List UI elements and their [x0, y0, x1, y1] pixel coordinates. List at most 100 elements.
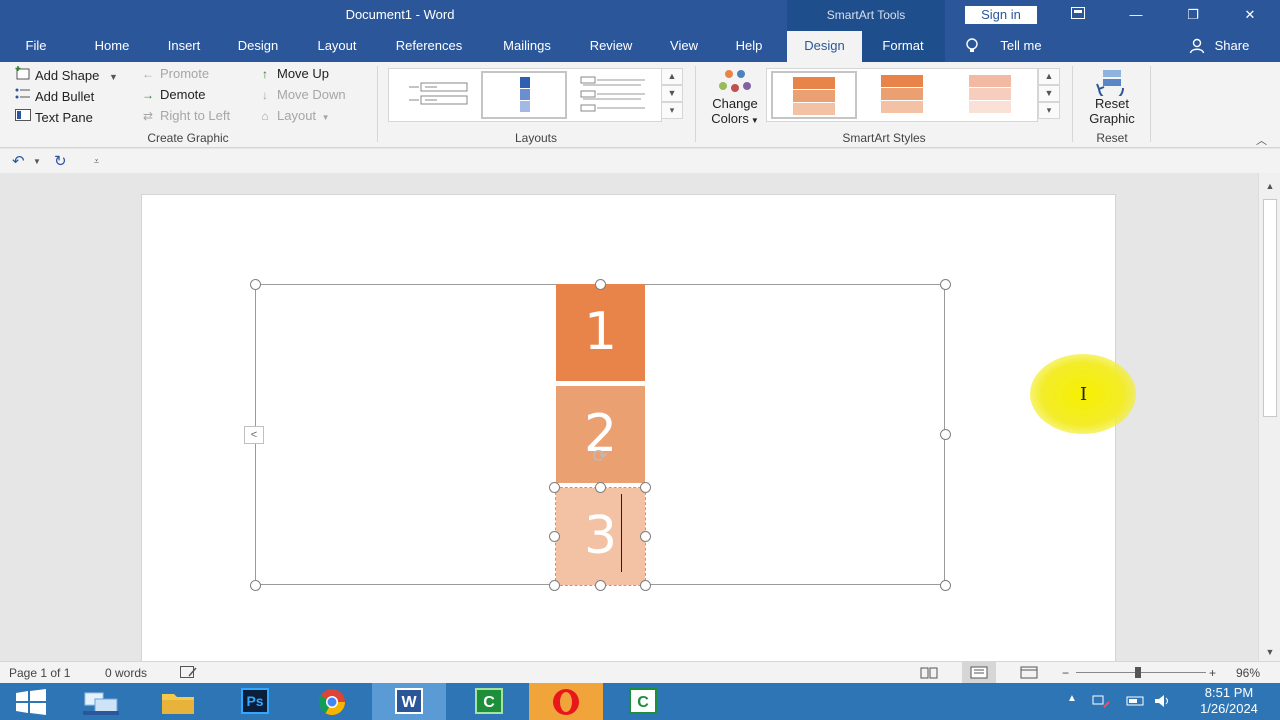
- repeat-icon[interactable]: ↻: [54, 152, 67, 170]
- add-shape-button[interactable]: Add Shape ▼: [15, 66, 118, 83]
- share-button[interactable]: Share: [1210, 31, 1254, 62]
- smartart-shape-1[interactable]: 1: [556, 284, 645, 381]
- tab-references[interactable]: References: [384, 31, 474, 62]
- tell-me-search[interactable]: Tell me: [990, 31, 1052, 62]
- tab-view[interactable]: View: [656, 31, 712, 62]
- resize-handle[interactable]: [940, 429, 951, 440]
- layout-option-vertical-boxes[interactable]: [481, 71, 567, 119]
- folder-icon[interactable]: [141, 683, 215, 720]
- print-layout-icon[interactable]: [962, 662, 996, 683]
- tab-review[interactable]: Review: [578, 31, 644, 62]
- shape-resize-handle[interactable]: [549, 580, 560, 591]
- smartart-styles-group-label: SmartArt Styles: [842, 131, 926, 145]
- read-mode-icon[interactable]: [920, 666, 938, 682]
- resize-handle[interactable]: [250, 279, 261, 290]
- sign-in-button[interactable]: Sign in: [965, 6, 1037, 24]
- gallery-more-icon[interactable]: ▾: [1038, 102, 1060, 119]
- style-option-simple-fill[interactable]: [771, 71, 857, 119]
- add-bullet-button[interactable]: Add Bullet: [15, 87, 94, 104]
- shape-resize-handle[interactable]: [549, 482, 560, 493]
- tab-file[interactable]: File: [12, 31, 60, 62]
- camtasia-icon[interactable]: C: [452, 683, 526, 720]
- chevron-down-icon[interactable]: ▼: [661, 85, 683, 102]
- shape-resize-handle[interactable]: [549, 531, 560, 542]
- volume-icon[interactable]: [1154, 693, 1172, 712]
- resize-handle[interactable]: [940, 580, 951, 591]
- windows-start-icon[interactable]: [0, 683, 62, 720]
- zoom-in-button[interactable]: +: [1209, 666, 1216, 680]
- scroll-up-icon[interactable]: ▲: [1263, 181, 1277, 193]
- tab-layout[interactable]: Layout: [304, 31, 370, 62]
- layout-button[interactable]: ⌂ Layout ▼: [257, 108, 329, 123]
- shape-resize-handle[interactable]: [640, 531, 651, 542]
- web-layout-icon[interactable]: [1020, 666, 1038, 682]
- reset-graphic-button[interactable]: Reset Graphic: [1080, 66, 1144, 126]
- word-count[interactable]: 0 words: [105, 666, 147, 680]
- lightbulb-icon[interactable]: [960, 31, 984, 62]
- zoom-slider-track[interactable]: [1076, 672, 1206, 673]
- undo-dropdown-icon[interactable]: ▼: [33, 157, 41, 166]
- zoom-level[interactable]: 96%: [1236, 666, 1260, 680]
- shape-resize-handle[interactable]: [640, 580, 651, 591]
- chevron-up-icon[interactable]: ▲: [1038, 68, 1060, 85]
- tab-home[interactable]: Home: [82, 31, 142, 62]
- vertical-scrollbar[interactable]: ▲ ▼: [1258, 173, 1280, 661]
- resize-handle[interactable]: [250, 580, 261, 591]
- zoom-out-button[interactable]: −: [1062, 666, 1069, 680]
- move-up-button[interactable]: ↑ Move Up: [257, 66, 329, 81]
- tab-format[interactable]: Format: [868, 31, 938, 62]
- tab-design[interactable]: Design: [226, 31, 290, 62]
- chevron-down-icon[interactable]: ▼: [109, 72, 118, 82]
- tray-overflow-icon[interactable]: ▲: [1067, 693, 1077, 704]
- style-option-white-outline[interactable]: [859, 71, 945, 119]
- change-colors-button[interactable]: Change Colors ▼: [705, 66, 765, 126]
- move-up-label: Move Up: [277, 66, 330, 81]
- chevron-up-icon[interactable]: ▲: [661, 68, 683, 85]
- proofing-icon[interactable]: [180, 666, 198, 682]
- gallery-more-icon[interactable]: ▾: [661, 102, 683, 119]
- promote-button[interactable]: ← Promote: [140, 66, 209, 81]
- layout-option-vertical-bullet[interactable]: [393, 71, 479, 119]
- restore-button[interactable]: ❐: [1170, 0, 1216, 31]
- chevron-down-icon[interactable]: ▼: [1038, 85, 1060, 102]
- zoom-slider-thumb[interactable]: [1135, 667, 1141, 678]
- person-icon[interactable]: [1185, 31, 1209, 62]
- collapse-ribbon-icon[interactable]: ︿: [1256, 132, 1267, 148]
- tab-help[interactable]: Help: [724, 31, 774, 62]
- clock[interactable]: 8:51 PM 1/26/2024: [1184, 685, 1274, 717]
- right-to-left-button[interactable]: ⇄ Right to Left: [140, 108, 230, 123]
- camtasia-recorder-icon[interactable]: C: [606, 683, 680, 720]
- move-down-button[interactable]: ↓ Move Down: [257, 87, 346, 102]
- tab-smartart-design[interactable]: Design: [787, 31, 862, 62]
- opera-icon[interactable]: [529, 683, 603, 720]
- customize-toolbar-icon[interactable]: ⩡: [94, 156, 99, 167]
- resize-handle[interactable]: [595, 279, 606, 290]
- tab-insert[interactable]: Insert: [156, 31, 212, 62]
- network-icon[interactable]: [1092, 693, 1110, 712]
- scroll-thumb[interactable]: [1263, 199, 1277, 417]
- text-pane-button[interactable]: Text Pane: [15, 108, 93, 125]
- photoshop-icon[interactable]: Ps: [218, 683, 292, 720]
- chrome-icon[interactable]: [295, 683, 369, 720]
- rotate-handle-icon[interactable]: ⟳: [590, 446, 610, 466]
- resize-handle[interactable]: [595, 580, 606, 591]
- style-option-subtle-effect[interactable]: [947, 71, 1033, 119]
- scroll-down-icon[interactable]: ▼: [1263, 647, 1277, 659]
- ribbon-display-options-icon[interactable]: [1055, 0, 1101, 31]
- shape-resize-handle[interactable]: [595, 482, 606, 493]
- layout-option-vertical-list[interactable]: [571, 71, 657, 119]
- resize-handle[interactable]: [940, 279, 951, 290]
- page-count[interactable]: Page 1 of 1: [9, 666, 70, 680]
- text-pane-toggle[interactable]: <: [244, 426, 264, 444]
- change-colors-label-2: Colors: [711, 111, 749, 126]
- tab-mailings[interactable]: Mailings: [488, 31, 566, 62]
- shape-resize-handle[interactable]: [640, 482, 651, 493]
- minimize-button[interactable]: —: [1113, 0, 1159, 31]
- smartart-shape-2[interactable]: 2: [556, 386, 645, 483]
- close-button[interactable]: ✕: [1227, 0, 1273, 31]
- file-manager-icon[interactable]: [64, 683, 138, 720]
- battery-icon[interactable]: [1126, 693, 1146, 712]
- undo-icon[interactable]: ↶: [12, 152, 25, 170]
- demote-button[interactable]: → Demote: [140, 87, 206, 102]
- word-icon[interactable]: W: [372, 683, 446, 720]
